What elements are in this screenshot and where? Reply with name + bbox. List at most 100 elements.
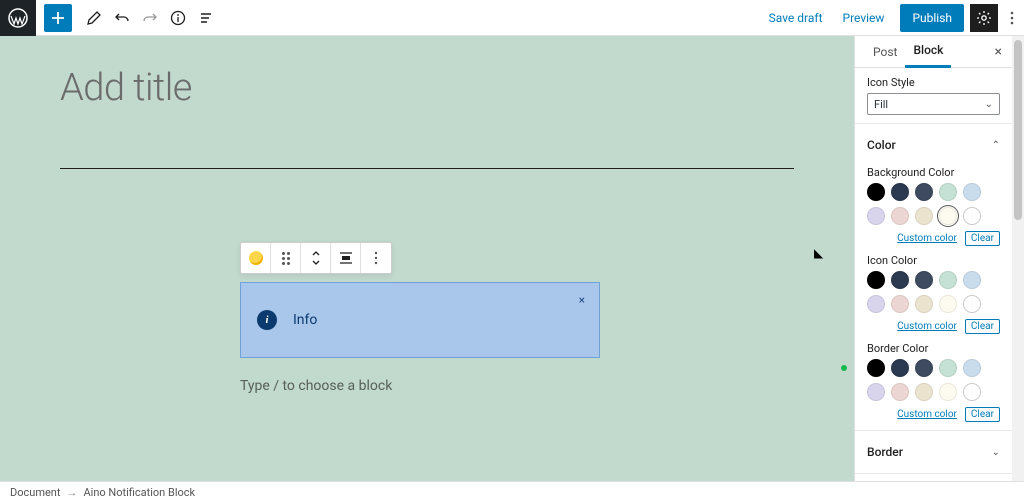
wordpress-logo[interactable] [0, 0, 36, 36]
color-section-label: Color [867, 138, 896, 152]
breadcrumb-arrow-icon: → [66, 486, 77, 499]
color-swatch[interactable] [963, 207, 981, 225]
color-swatch[interactable] [939, 183, 957, 201]
info-button[interactable] [164, 4, 192, 32]
color-swatch[interactable] [891, 183, 909, 201]
icon-style-section: Icon Style Fill ⌄ [855, 68, 1012, 124]
color-swatch[interactable] [915, 271, 933, 289]
tab-block[interactable]: Block [905, 35, 951, 68]
color-swatch[interactable] [939, 295, 957, 313]
notification-text[interactable]: Info [293, 312, 317, 328]
border-section-toggle[interactable]: Border ⌄ [867, 439, 1000, 465]
color-swatch[interactable] [963, 183, 981, 201]
info-icon [170, 10, 186, 26]
color-swatch[interactable] [939, 207, 957, 225]
color-swatch[interactable] [915, 359, 933, 377]
chevron-up-icon: ⌃ [992, 140, 1000, 151]
mouse-cursor: ◣ [814, 246, 823, 260]
color-swatch[interactable] [915, 183, 933, 201]
more-options-button[interactable] [1000, 4, 1024, 32]
edit-tool-button[interactable] [80, 4, 108, 32]
bg-custom-color-link[interactable]: Custom color [897, 233, 957, 244]
block-toolbar [240, 242, 392, 274]
settings-sidebar: Post Block × Icon Style Fill ⌄ Color ⌃ B… [854, 36, 1012, 481]
border-color-swatches [867, 359, 1000, 401]
color-swatch[interactable] [867, 383, 885, 401]
color-swatch[interactable] [939, 383, 957, 401]
icon-clear-button[interactable]: Clear [965, 319, 1000, 334]
color-panel: Color ⌃ Background Color Custom color Cl… [855, 124, 1012, 431]
gear-icon [976, 10, 992, 26]
color-swatch[interactable] [867, 183, 885, 201]
icon-style-value: Fill [874, 98, 888, 111]
color-swatch[interactable] [939, 359, 957, 377]
editor-canvas[interactable]: Add title i Info × Type / to choose a bl… [0, 36, 854, 481]
settings-button[interactable] [970, 4, 998, 32]
icon-style-select[interactable]: Fill ⌄ [867, 93, 1000, 115]
icon-style-label: Icon Style [867, 76, 1000, 89]
redo-icon [142, 10, 158, 26]
color-swatch[interactable] [891, 295, 909, 313]
notification-dismiss-button[interactable]: × [579, 293, 585, 307]
wordpress-icon [8, 8, 28, 28]
drag-icon [282, 252, 290, 265]
info-badge-icon: i [257, 310, 277, 330]
block-appender[interactable]: Type / to choose a block [240, 378, 392, 394]
align-button[interactable] [331, 243, 361, 273]
bg-clear-button[interactable]: Clear [965, 231, 1000, 246]
color-swatch[interactable] [963, 383, 981, 401]
background-color-swatches [867, 183, 1000, 225]
title-separator [60, 168, 794, 169]
plus-icon [50, 10, 66, 26]
color-swatch[interactable] [915, 383, 933, 401]
block-more-button[interactable] [361, 243, 391, 273]
notification-block-icon [249, 251, 263, 265]
color-swatch[interactable] [867, 359, 885, 377]
undo-button[interactable] [108, 4, 136, 32]
color-swatch[interactable] [963, 359, 981, 377]
color-swatch[interactable] [867, 207, 885, 225]
add-block-button[interactable] [44, 4, 72, 32]
breadcrumb-block[interactable]: Aino Notification Block [83, 486, 195, 499]
color-swatch[interactable] [891, 207, 909, 225]
color-swatch[interactable] [939, 271, 957, 289]
kebab-icon [1010, 10, 1014, 26]
color-swatch[interactable] [891, 271, 909, 289]
color-swatch[interactable] [963, 271, 981, 289]
publish-button[interactable]: Publish [900, 4, 964, 32]
align-icon [339, 252, 353, 264]
sidebar-close-button[interactable]: × [995, 44, 1002, 60]
block-type-button[interactable] [241, 243, 271, 273]
color-swatch[interactable] [867, 271, 885, 289]
move-buttons[interactable] [301, 243, 331, 273]
border-color-label: Border Color [867, 342, 1000, 355]
outline-button[interactable] [192, 4, 220, 32]
drag-handle[interactable] [271, 243, 301, 273]
post-title-input[interactable]: Add title [60, 66, 794, 110]
save-draft-button[interactable]: Save draft [759, 11, 833, 25]
color-swatch[interactable] [867, 295, 885, 313]
list-icon [198, 10, 214, 26]
chevron-down-icon: ⌄ [985, 99, 993, 110]
color-swatch[interactable] [891, 383, 909, 401]
color-swatch[interactable] [915, 207, 933, 225]
preview-button[interactable]: Preview [833, 11, 895, 25]
icon-custom-color-link[interactable]: Custom color [897, 321, 957, 332]
tab-post[interactable]: Post [865, 37, 905, 67]
breadcrumb-document[interactable]: Document [10, 486, 60, 499]
border-custom-color-link[interactable]: Custom color [897, 409, 957, 420]
pencil-icon [86, 10, 102, 26]
redo-button[interactable] [136, 4, 164, 32]
notification-block[interactable]: i Info × [240, 282, 600, 358]
status-indicator [841, 365, 847, 371]
kebab-icon [374, 251, 378, 265]
icon-color-label: Icon Color [867, 254, 1000, 267]
border-section-label: Border [867, 445, 903, 459]
color-swatch[interactable] [891, 359, 909, 377]
border-clear-button[interactable]: Clear [965, 407, 1000, 422]
background-color-label: Background Color [867, 166, 1000, 179]
scrollbar-thumb[interactable] [1014, 40, 1022, 220]
color-swatch[interactable] [915, 295, 933, 313]
color-swatch[interactable] [963, 295, 981, 313]
color-section-toggle[interactable]: Color ⌃ [867, 132, 1000, 158]
